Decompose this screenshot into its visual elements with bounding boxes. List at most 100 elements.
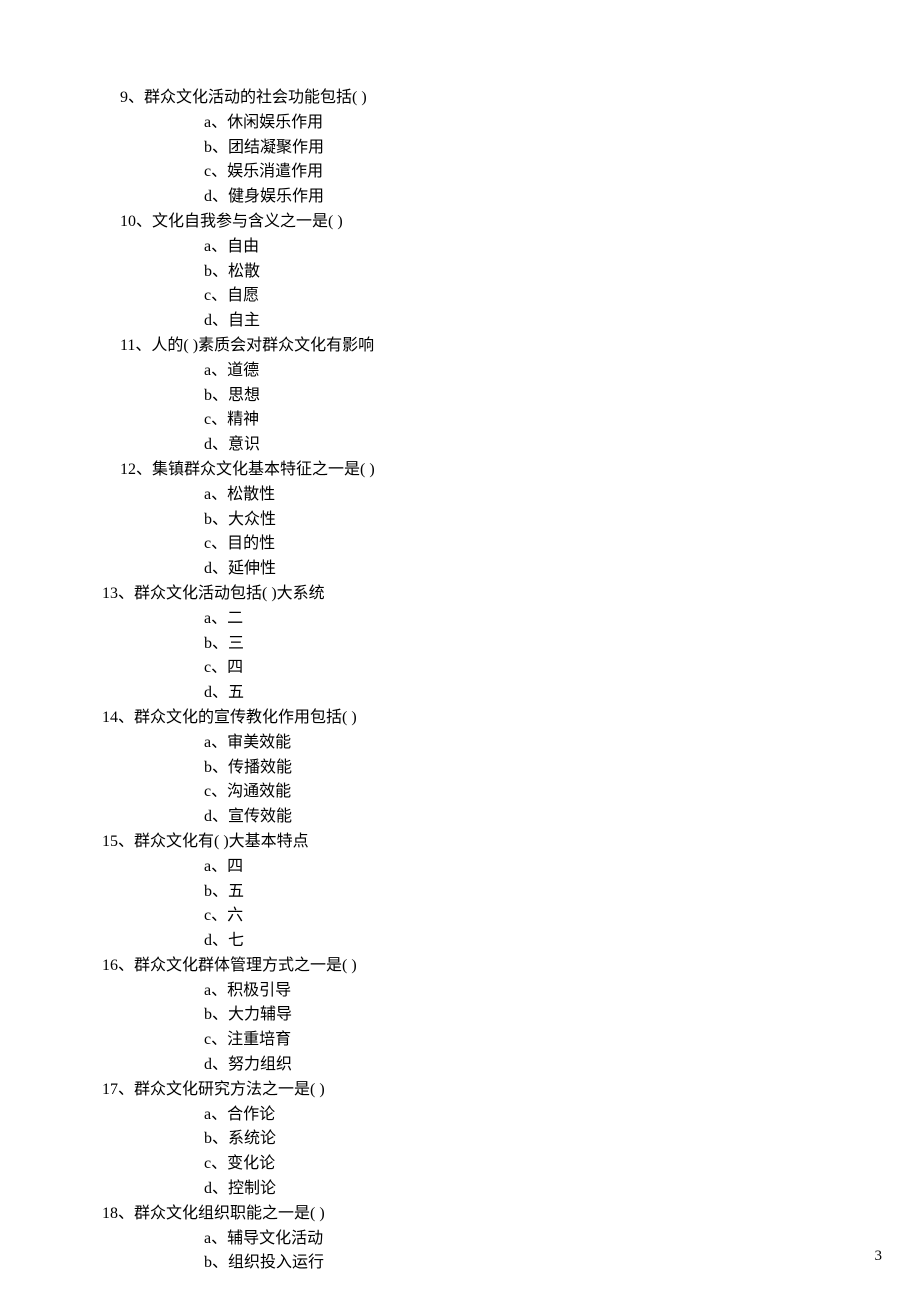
question-number: 10、: [120, 213, 152, 230]
option-text: 意识: [228, 436, 260, 453]
option-row: d、健身娱乐作用: [204, 185, 880, 210]
option-text: 团结凝聚作用: [228, 139, 324, 156]
option-text: 精神: [227, 411, 259, 428]
option-letter: b、: [204, 1006, 228, 1023]
option-letter: b、: [204, 1254, 228, 1271]
option-letter: d、: [204, 188, 228, 205]
question-options: a、休闲娱乐作用b、团结凝聚作用c、娱乐消遣作用d、健身娱乐作用: [120, 111, 880, 210]
question-number: 13、: [102, 585, 134, 602]
option-text: 审美效能: [227, 734, 291, 751]
question-head: 11、人的( )素质会对群众文化有影响: [120, 334, 880, 359]
option-text: 松散: [228, 263, 260, 280]
question-options: a、积极引导b、大力辅导c、注重培育d、努力组织: [120, 979, 880, 1078]
option-row: b、团结凝聚作用: [204, 136, 880, 161]
option-letter: a、: [204, 486, 227, 503]
option-text: 松散性: [227, 486, 275, 503]
option-row: c、精神: [204, 408, 880, 433]
option-letter: a、: [204, 114, 227, 131]
question-number: 17、: [102, 1081, 134, 1098]
option-text: 三: [228, 635, 244, 652]
option-letter: d、: [204, 560, 228, 577]
option-row: d、自主: [204, 309, 880, 334]
page-number: 3: [875, 1245, 883, 1268]
option-text: 目的性: [227, 535, 275, 552]
option-row: c、沟通效能: [204, 780, 880, 805]
option-row: b、大众性: [204, 508, 880, 533]
option-text: 系统论: [228, 1130, 276, 1147]
option-row: d、五: [204, 681, 880, 706]
question-number: 14、: [102, 709, 134, 726]
option-text: 自愿: [227, 287, 259, 304]
question-options: a、二b、三c、四d、五: [120, 607, 880, 706]
option-row: a、松散性: [204, 483, 880, 508]
option-text: 道德: [227, 362, 259, 379]
option-row: a、四: [204, 855, 880, 880]
option-letter: c、: [204, 535, 227, 552]
option-text: 五: [228, 883, 244, 900]
option-letter: b、: [204, 263, 228, 280]
question-options: a、合作论b、系统论c、变化论d、控制论: [120, 1103, 880, 1202]
option-row: b、系统论: [204, 1127, 880, 1152]
option-letter: b、: [204, 511, 228, 528]
option-text: 延伸性: [228, 560, 276, 577]
question-text: 群众文化研究方法之一是( ): [134, 1081, 325, 1098]
option-letter: c、: [204, 287, 227, 304]
question-head: 14、群众文化的宣传教化作用包括( ): [102, 706, 880, 731]
question-number: 16、: [102, 957, 134, 974]
option-letter: d、: [204, 1056, 228, 1073]
option-text: 辅导文化活动: [227, 1230, 323, 1247]
question-text: 文化自我参与含义之一是( ): [152, 213, 343, 230]
question-options: a、道德b、思想c、精神d、意识: [120, 359, 880, 458]
question-options: a、审美效能b、传播效能c、沟通效能d、宣传效能: [120, 731, 880, 830]
option-text: 注重培育: [227, 1031, 291, 1048]
option-row: c、四: [204, 656, 880, 681]
question-text: 群众文化的宣传教化作用包括( ): [134, 709, 357, 726]
question-number: 18、: [102, 1205, 134, 1222]
option-row: b、三: [204, 632, 880, 657]
option-row: d、宣传效能: [204, 805, 880, 830]
option-letter: a、: [204, 1106, 227, 1123]
question-options: a、四b、五c、六d、七: [120, 855, 880, 954]
option-letter: b、: [204, 635, 228, 652]
option-text: 自主: [228, 312, 260, 329]
option-row: d、延伸性: [204, 557, 880, 582]
option-text: 休闲娱乐作用: [227, 114, 323, 131]
question-text: 集镇群众文化基本特征之一是( ): [152, 461, 375, 478]
option-letter: d、: [204, 932, 228, 949]
option-text: 娱乐消遣作用: [227, 163, 323, 180]
option-text: 沟通效能: [227, 783, 291, 800]
option-row: c、目的性: [204, 532, 880, 557]
question-head: 17、群众文化研究方法之一是( ): [102, 1078, 880, 1103]
question-text: 群众文化组织职能之一是( ): [134, 1205, 325, 1222]
question-text: 群众文化群体管理方式之一是( ): [134, 957, 357, 974]
option-text: 自由: [227, 238, 259, 255]
option-row: b、松散: [204, 260, 880, 285]
option-row: c、注重培育: [204, 1028, 880, 1053]
question-number: 15、: [102, 833, 134, 850]
option-letter: a、: [204, 982, 227, 999]
option-text: 四: [227, 858, 243, 875]
option-letter: b、: [204, 387, 228, 404]
option-letter: d、: [204, 312, 228, 329]
question-options: a、自由b、松散c、自愿d、自主: [120, 235, 880, 334]
option-text: 变化论: [227, 1155, 275, 1172]
option-letter: b、: [204, 883, 228, 900]
option-letter: c、: [204, 907, 227, 924]
option-letter: d、: [204, 436, 228, 453]
option-row: d、控制论: [204, 1177, 880, 1202]
option-row: a、积极引导: [204, 979, 880, 1004]
option-text: 五: [228, 684, 244, 701]
option-text: 六: [227, 907, 243, 924]
question-head: 9、群众文化活动的社会功能包括( ): [120, 86, 880, 111]
option-letter: b、: [204, 139, 228, 156]
option-row: a、合作论: [204, 1103, 880, 1128]
option-row: c、六: [204, 904, 880, 929]
option-text: 努力组织: [228, 1056, 292, 1073]
option-row: a、审美效能: [204, 731, 880, 756]
option-letter: b、: [204, 1130, 228, 1147]
option-text: 七: [228, 932, 244, 949]
option-letter: d、: [204, 1180, 228, 1197]
question-head: 18、群众文化组织职能之一是( ): [102, 1202, 880, 1227]
option-letter: a、: [204, 238, 227, 255]
question-head: 15、群众文化有( )大基本特点: [102, 830, 880, 855]
